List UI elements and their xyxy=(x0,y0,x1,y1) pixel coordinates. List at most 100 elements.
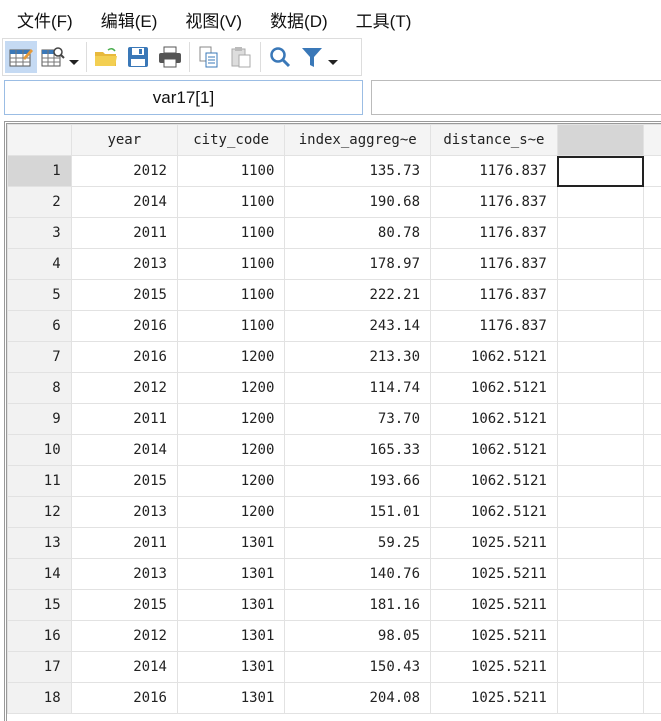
cell-year[interactable]: 2011 xyxy=(71,404,177,435)
cell-index-aggregate[interactable]: 80.78 xyxy=(285,218,431,249)
cell-empty-selected-column[interactable] xyxy=(557,187,644,218)
row-number[interactable]: 17 xyxy=(8,652,72,683)
menu-file[interactable]: 文件(F) xyxy=(17,7,73,32)
row-number[interactable]: 15 xyxy=(8,590,72,621)
menu-edit[interactable]: 编辑(E) xyxy=(101,7,158,32)
row-number[interactable]: 12 xyxy=(8,497,72,528)
chevron-down-icon[interactable] xyxy=(69,60,79,65)
cell-empty[interactable] xyxy=(644,466,661,497)
cell-city-code[interactable]: 1200 xyxy=(177,435,284,466)
cell-empty[interactable] xyxy=(644,280,661,311)
cell-distance[interactable]: 1062.5121 xyxy=(431,342,558,373)
cell-empty-selected-column[interactable] xyxy=(557,218,644,249)
cell-year[interactable]: 2016 xyxy=(71,683,177,714)
cell-city-code[interactable]: 1301 xyxy=(177,683,284,714)
cell-empty[interactable] xyxy=(644,497,661,528)
cell-city-code[interactable]: 1200 xyxy=(177,466,284,497)
cell-distance[interactable]: 1176.837 xyxy=(431,187,558,218)
cell-empty[interactable] xyxy=(644,342,661,373)
cell-distance[interactable]: 1062.5121 xyxy=(431,497,558,528)
cell-distance[interactable]: 1176.837 xyxy=(431,311,558,342)
table-row[interactable]: 820121200114.741062.5121 xyxy=(8,373,661,404)
row-number[interactable]: 2 xyxy=(8,187,72,218)
cell-index-aggregate[interactable]: 73.70 xyxy=(285,404,431,435)
cell-index-aggregate[interactable]: 222.21 xyxy=(285,280,431,311)
cell-empty[interactable] xyxy=(644,590,661,621)
table-row[interactable]: 1020141200165.331062.5121 xyxy=(8,435,661,466)
table-row[interactable]: 1420131301140.761025.5211 xyxy=(8,559,661,590)
cell-city-code[interactable]: 1200 xyxy=(177,342,284,373)
table-row[interactable]: 420131100178.971176.837 xyxy=(8,249,661,280)
cell-empty[interactable] xyxy=(644,373,661,404)
table-row[interactable]: 220141100190.681176.837 xyxy=(8,187,661,218)
cell-index-aggregate[interactable]: 193.66 xyxy=(285,466,431,497)
cell-year[interactable]: 2013 xyxy=(71,497,177,528)
cell-distance[interactable]: 1025.5211 xyxy=(431,590,558,621)
cell-empty-selected-column[interactable] xyxy=(557,497,644,528)
table-row[interactable]: 1220131200151.011062.5121 xyxy=(8,497,661,528)
cell-empty[interactable] xyxy=(644,187,661,218)
cell-empty-selected-column[interactable] xyxy=(557,373,644,404)
table-row[interactable]: 720161200213.301062.5121 xyxy=(8,342,661,373)
cell-city-code[interactable]: 1301 xyxy=(177,652,284,683)
column-header-distance[interactable]: distance_s~e xyxy=(431,125,558,156)
cell-city-code[interactable]: 1100 xyxy=(177,156,284,187)
cell-distance[interactable]: 1062.5121 xyxy=(431,373,558,404)
table-row[interactable]: 92011120073.701062.5121 xyxy=(8,404,661,435)
table-row[interactable]: 1520151301181.161025.5211 xyxy=(8,590,661,621)
cell-index-aggregate[interactable]: 165.33 xyxy=(285,435,431,466)
cell-year[interactable]: 2016 xyxy=(71,311,177,342)
menu-data[interactable]: 数据(D) xyxy=(270,7,328,32)
row-number[interactable]: 4 xyxy=(8,249,72,280)
cell-distance[interactable]: 1176.837 xyxy=(431,218,558,249)
table-row[interactable]: 520151100222.211176.837 xyxy=(8,280,661,311)
cell-year[interactable]: 2013 xyxy=(71,559,177,590)
row-number[interactable]: 6 xyxy=(8,311,72,342)
save-icon[interactable] xyxy=(122,41,154,73)
cell-empty-selected-column[interactable] xyxy=(557,590,644,621)
cell-empty-selected-column[interactable] xyxy=(557,466,644,497)
cell-year[interactable]: 2013 xyxy=(71,249,177,280)
menu-tools[interactable]: 工具(T) xyxy=(356,7,412,32)
row-number[interactable]: 13 xyxy=(8,528,72,559)
cell-empty[interactable] xyxy=(644,435,661,466)
chevron-down-icon[interactable] xyxy=(328,60,338,65)
table-row[interactable]: 120121100135.731176.837 xyxy=(8,156,661,187)
cell-empty-selected-column[interactable] xyxy=(557,311,644,342)
table-row[interactable]: 1820161301204.081025.5211 xyxy=(8,683,661,714)
cell-distance[interactable]: 1062.5121 xyxy=(431,404,558,435)
row-number[interactable]: 3 xyxy=(8,218,72,249)
cell-index-aggregate[interactable]: 204.08 xyxy=(285,683,431,714)
cell-year[interactable]: 2014 xyxy=(71,652,177,683)
column-header-city-code[interactable]: city_code xyxy=(177,125,284,156)
cell-city-code[interactable]: 1100 xyxy=(177,218,284,249)
column-header-index-aggregate[interactable]: index_aggreg~e xyxy=(285,125,431,156)
row-number[interactable]: 7 xyxy=(8,342,72,373)
cell-year[interactable]: 2011 xyxy=(71,528,177,559)
menu-view[interactable]: 视图(V) xyxy=(185,7,242,32)
cell-index-aggregate[interactable]: 98.05 xyxy=(285,621,431,652)
cell-distance[interactable]: 1025.5211 xyxy=(431,621,558,652)
corner-cell[interactable] xyxy=(8,125,72,156)
cell-year[interactable]: 2012 xyxy=(71,156,177,187)
cell-city-code[interactable]: 1301 xyxy=(177,528,284,559)
table-row[interactable]: 132011130159.251025.5211 xyxy=(8,528,661,559)
cell-year[interactable]: 2012 xyxy=(71,621,177,652)
row-number[interactable]: 8 xyxy=(8,373,72,404)
cell-distance[interactable]: 1176.837 xyxy=(431,249,558,280)
column-header-selected[interactable] xyxy=(557,125,644,156)
cell-empty-selected-column[interactable] xyxy=(557,559,644,590)
table-row[interactable]: 162012130198.051025.5211 xyxy=(8,621,661,652)
cell-empty-selected-column[interactable] xyxy=(557,342,644,373)
cell-empty[interactable] xyxy=(644,311,661,342)
cell-distance[interactable]: 1062.5121 xyxy=(431,466,558,497)
cell-year[interactable]: 2015 xyxy=(71,466,177,497)
cell-city-code[interactable]: 1100 xyxy=(177,187,284,218)
column-header-year[interactable]: year xyxy=(71,125,177,156)
find-icon[interactable] xyxy=(264,41,296,73)
cell-year[interactable]: 2012 xyxy=(71,373,177,404)
cell-empty[interactable] xyxy=(644,528,661,559)
cell-empty-selected-column[interactable] xyxy=(557,280,644,311)
row-number[interactable]: 10 xyxy=(8,435,72,466)
cell-index-aggregate[interactable]: 181.16 xyxy=(285,590,431,621)
